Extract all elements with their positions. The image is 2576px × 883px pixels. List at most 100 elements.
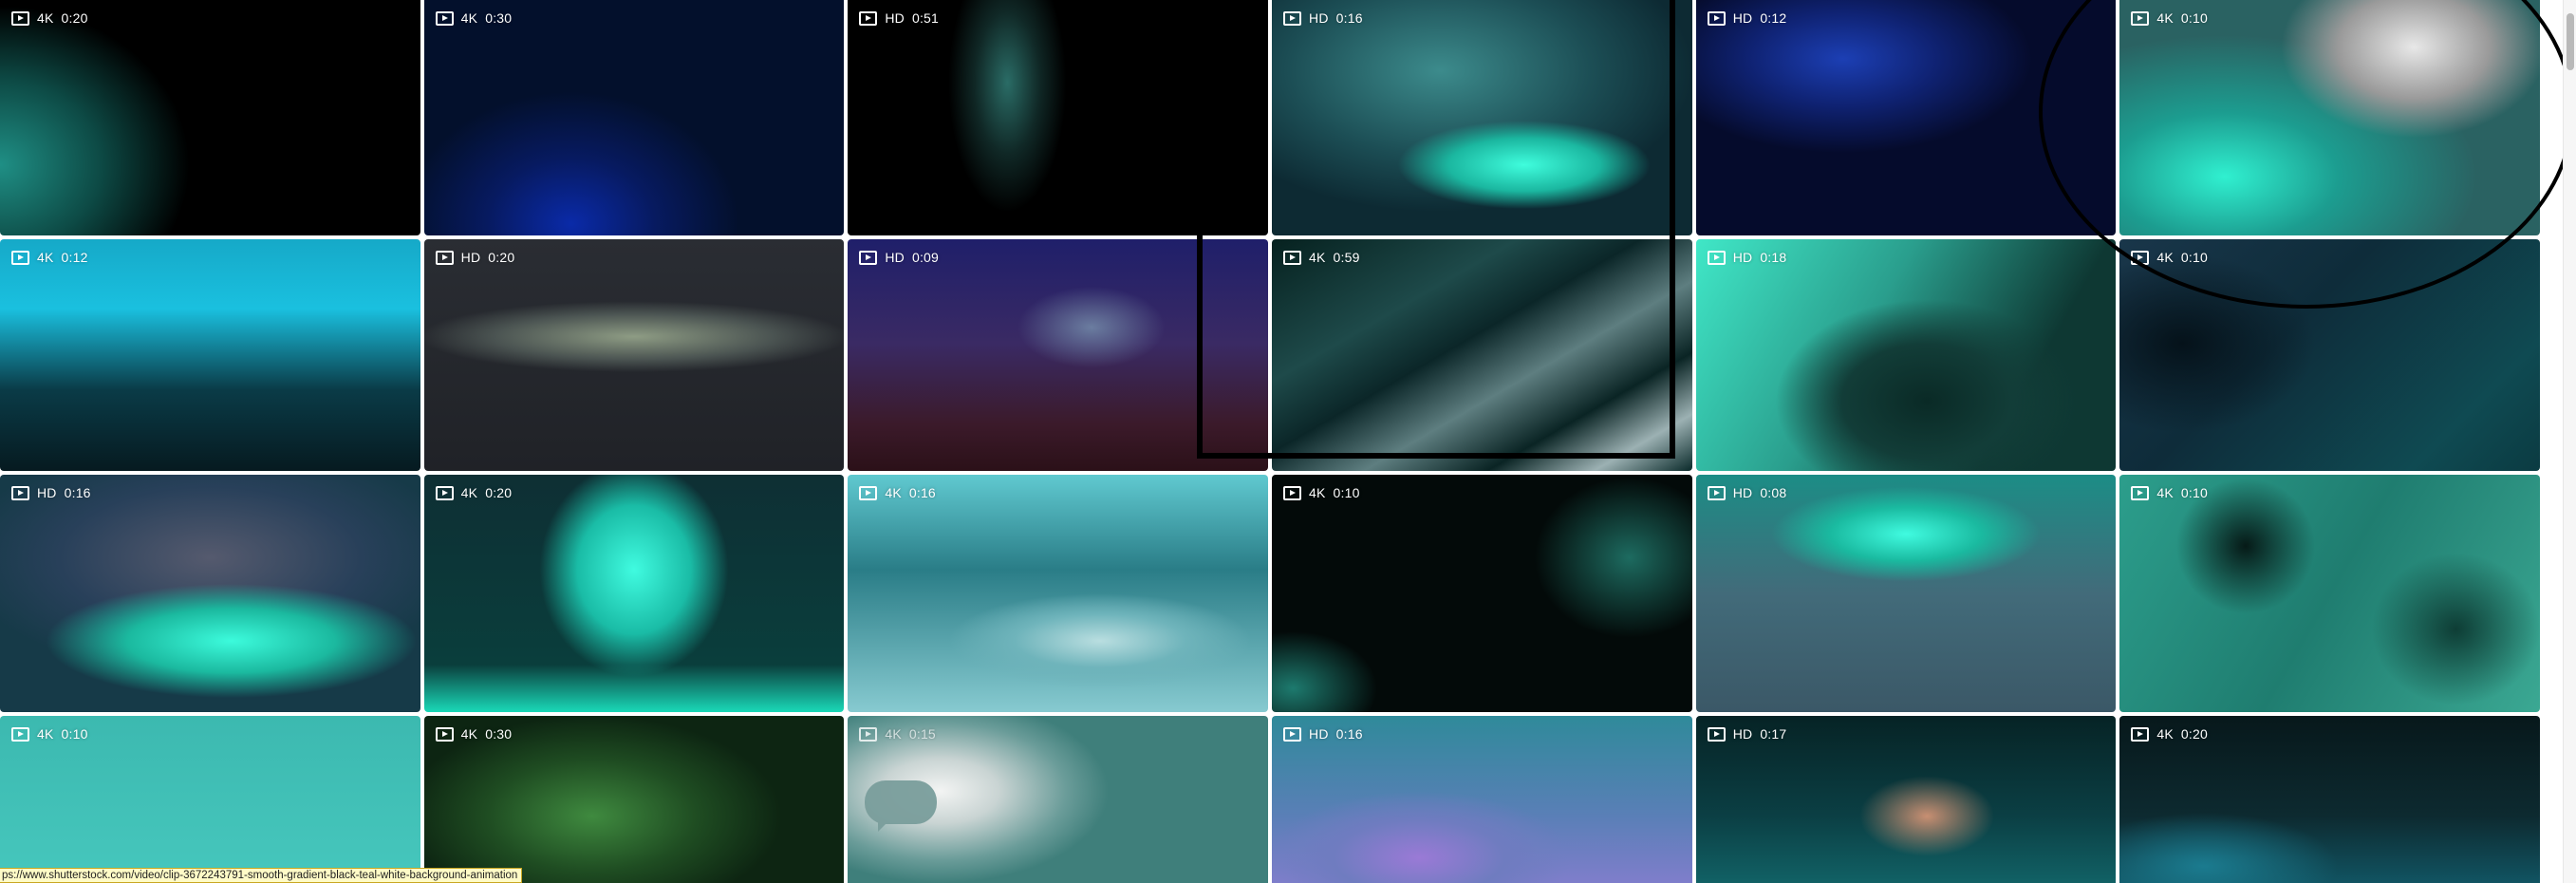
video-badge: HD 0:18 [1707,250,1787,265]
play-icon [11,726,29,742]
play-icon [11,10,29,26]
play-icon [859,250,878,265]
video-quality: HD [460,250,481,265]
video-duration: 0:16 [64,485,91,500]
video-duration: 0:10 [2180,10,2208,26]
video-quality: HD [37,485,57,500]
video-quality: 4K [460,485,478,500]
video-tile[interactable]: 4K 0:16 [848,475,1269,712]
play-icon [859,10,878,26]
video-duration: 0:16 [908,485,936,500]
video-duration: 0:10 [61,726,88,742]
video-quality: 4K [2156,485,2174,500]
video-tile[interactable]: HD 0:16 [0,475,420,712]
video-badge: 4K 0:10 [2131,10,2208,26]
scrollbar[interactable] [2563,0,2576,883]
video-tile[interactable]: HD 0:16 [1272,0,1692,235]
video-quality: 4K [37,10,54,26]
play-icon [435,485,454,500]
video-tile[interactable]: 4K 0:10 [1272,475,1692,712]
video-duration: 0:08 [1760,485,1787,500]
scrollbar-thumb[interactable] [2567,13,2574,70]
play-icon [2131,726,2150,742]
video-tile[interactable]: HD 0:17 [1695,716,2117,883]
play-icon [1283,726,1302,742]
grid-row: 4K 0:20 4K 0:30 HD 0:51 HD 0:16 HD 0:12 … [0,0,2541,235]
video-quality: HD [1732,726,1753,742]
play-icon [2131,10,2150,26]
play-icon [11,485,29,500]
play-icon [435,726,454,742]
video-duration: 0:10 [1333,485,1360,500]
video-badge: 4K 0:30 [435,10,513,26]
play-icon [1283,250,1302,265]
video-quality: 4K [2156,10,2174,26]
video-tile[interactable]: 4K 0:10 [2119,475,2541,712]
video-duration: 0:10 [2180,250,2208,265]
play-icon [859,485,878,500]
video-duration: 0:20 [488,250,515,265]
video-quality: 4K [37,726,54,742]
video-tile[interactable]: 4K 0:20 [2119,716,2541,883]
video-tile[interactable]: 4K 0:30 [423,0,845,235]
video-tile[interactable]: 4K 0:59 [1272,239,1692,471]
video-quality: 4K [460,10,478,26]
play-icon [1707,10,1726,26]
video-badge: 4K 0:20 [11,10,88,26]
video-tile[interactable]: 4K 0:10 [0,716,420,883]
video-duration: 0:12 [61,250,88,265]
video-tile[interactable]: HD 0:18 [1695,239,2117,471]
video-tile[interactable]: 4K 0:15 [848,716,1269,883]
video-tile[interactable]: HD 0:51 [848,0,1269,235]
chat-bubble-icon[interactable] [865,780,938,832]
video-duration: 0:59 [1333,250,1360,265]
video-duration: 0:10 [2180,485,2208,500]
play-icon [1707,485,1726,500]
video-tile[interactable]: HD 0:12 [1695,0,2117,235]
video-badge: 4K 0:10 [2131,250,2208,265]
video-tile[interactable]: 4K 0:10 [2119,0,2541,235]
video-tile[interactable]: 4K 0:20 [0,0,420,235]
video-duration: 0:30 [485,10,513,26]
video-tile[interactable]: HD 0:16 [1272,716,1692,883]
video-tile[interactable]: HD 0:09 [848,239,1269,471]
video-quality: 4K [37,250,54,265]
video-quality: HD [1732,250,1753,265]
video-quality: 4K [2156,250,2174,265]
video-duration: 0:16 [1335,726,1363,742]
play-icon [1707,250,1726,265]
video-tile[interactable]: 4K 0:20 [423,475,845,712]
video-badge: HD 0:16 [1283,726,1363,742]
video-duration: 0:20 [61,10,88,26]
video-quality: HD [1309,726,1329,742]
video-quality: 4K [460,726,478,742]
play-icon [435,10,454,26]
video-results-grid: 4K 0:20 4K 0:30 HD 0:51 HD 0:16 HD 0:12 … [0,0,2563,883]
video-tile[interactable]: 4K 0:12 [0,239,420,471]
video-badge: 4K 0:59 [1283,250,1360,265]
play-icon [1283,10,1302,26]
video-duration: 0:16 [1335,10,1363,26]
play-icon [1283,485,1302,500]
video-tile[interactable]: HD 0:08 [1695,475,2117,712]
grid-row: 4K 0:12 HD 0:20 HD 0:09 4K 0:59 HD 0:18 … [0,239,2541,471]
video-duration: 0:12 [1760,10,1787,26]
play-icon [2131,250,2150,265]
video-tile[interactable]: 4K 0:30 [423,716,845,883]
video-tile[interactable]: HD 0:20 [423,239,845,471]
video-tile[interactable]: 4K 0:10 [2119,239,2541,471]
video-badge: 4K 0:10 [2131,485,2208,500]
play-icon [11,250,29,265]
play-icon [1707,726,1726,742]
video-quality: HD [1732,485,1753,500]
video-quality: 4K [885,726,902,742]
video-quality: 4K [885,485,902,500]
video-quality: HD [885,250,905,265]
video-badge: HD 0:09 [859,250,939,265]
video-badge: HD 0:08 [1707,485,1787,500]
video-quality: HD [885,10,905,26]
video-duration: 0:18 [1760,250,1787,265]
play-icon [859,726,878,742]
play-icon [2131,485,2150,500]
video-duration: 0:51 [911,10,940,26]
